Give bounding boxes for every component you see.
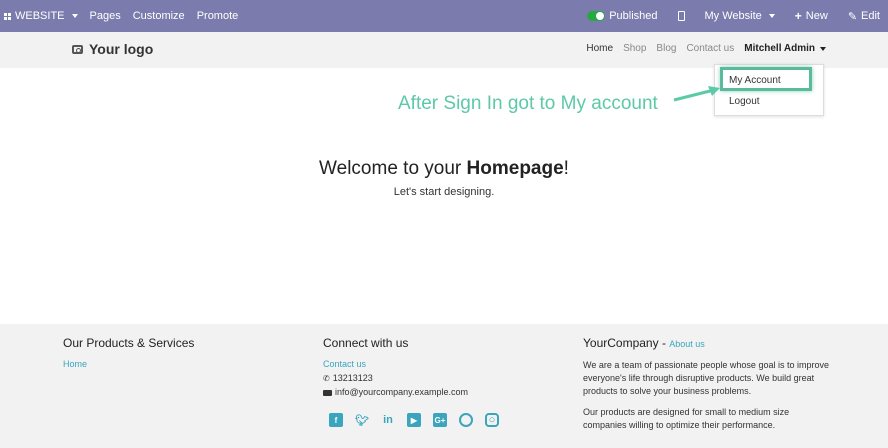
nav-contact[interactable]: Contact us [686,43,734,54]
annotation-text: After Sign In got to My account [398,93,658,114]
footer-connect: Connect with us Contact us ✆ 13213123 in… [323,336,499,427]
footer-company-title: YourCompany - About us [583,336,705,350]
linkedin-icon[interactable]: in [381,413,395,427]
apps-icon [4,12,11,20]
highlight-box [720,67,812,91]
camera-icon [72,44,83,54]
github-icon[interactable] [459,413,473,427]
site-header: Your logo Home Shop Blog Contact us Mitc… [0,32,888,68]
customize-menu[interactable]: Customize [127,10,191,22]
welcome-heading: Welcome to your Homepage! [319,158,569,179]
social-links: f 🐦︎ in ▶ G+ ○ [329,413,499,427]
footer-email[interactable]: info@yourcompany.example.com [335,387,468,398]
mobile-icon [677,11,685,21]
instagram-icon[interactable]: ○ [485,413,499,427]
facebook-icon[interactable]: f [329,413,343,427]
admin-bar: WEBSITE Pages Customize Promote Publishe… [0,0,888,32]
user-menu[interactable]: Mitchell Admin [744,43,826,54]
nav-home[interactable]: Home [586,43,613,54]
promote-menu[interactable]: Promote [191,10,245,22]
nav-blog[interactable]: Blog [656,43,676,54]
footer-phone: 13213123 [332,373,373,383]
chevron-down-icon [71,14,78,18]
website-menu[interactable]: WEBSITE [0,10,84,22]
published-toggle[interactable]: Published [581,10,663,22]
mobile-preview-button[interactable] [672,11,691,21]
main-nav: Home Shop Blog Contact us Mitchell Admin [576,43,826,54]
footer-connect-title: Connect with us [323,336,409,350]
footer-contact-link[interactable]: Contact us [323,359,366,370]
footer-products: Our Products & Services Home [63,336,194,369]
phone-icon: ✆ [323,374,330,383]
new-button[interactable]: + New [789,9,834,23]
footer-products-title: Our Products & Services [63,336,195,350]
envelope-icon [323,389,332,396]
chevron-down-icon [820,46,826,51]
footer-company: YourCompany - About us We are a team of … [583,336,833,440]
site-logo[interactable]: Your logo [72,41,153,57]
pencil-icon: ✎ [847,10,858,23]
youtube-icon[interactable]: ▶ [407,413,421,427]
pages-menu[interactable]: Pages [84,10,127,22]
chevron-down-icon [768,14,775,18]
google-plus-icon[interactable]: G+ [433,413,447,427]
toggle-icon [587,11,606,21]
welcome-subtitle: Let's start designing. [393,186,495,198]
footer-company-para2: Our products are designed for small to m… [583,407,790,430]
arrow-icon [673,86,720,102]
logout-item[interactable]: Logout [729,96,760,107]
nav-shop[interactable]: Shop [623,43,646,54]
about-us-link[interactable]: About us [669,339,705,349]
twitter-icon[interactable]: 🐦︎ [355,413,369,427]
edit-button[interactable]: ✎ Edit [842,10,886,23]
footer-home-link[interactable]: Home [63,359,87,369]
site-footer: Our Products & Services Home Connect wit… [0,324,888,448]
footer-company-para1: We are a team of passionate people whose… [583,360,829,396]
my-website-menu[interactable]: My Website [699,10,781,22]
plus-icon: + [794,9,802,23]
